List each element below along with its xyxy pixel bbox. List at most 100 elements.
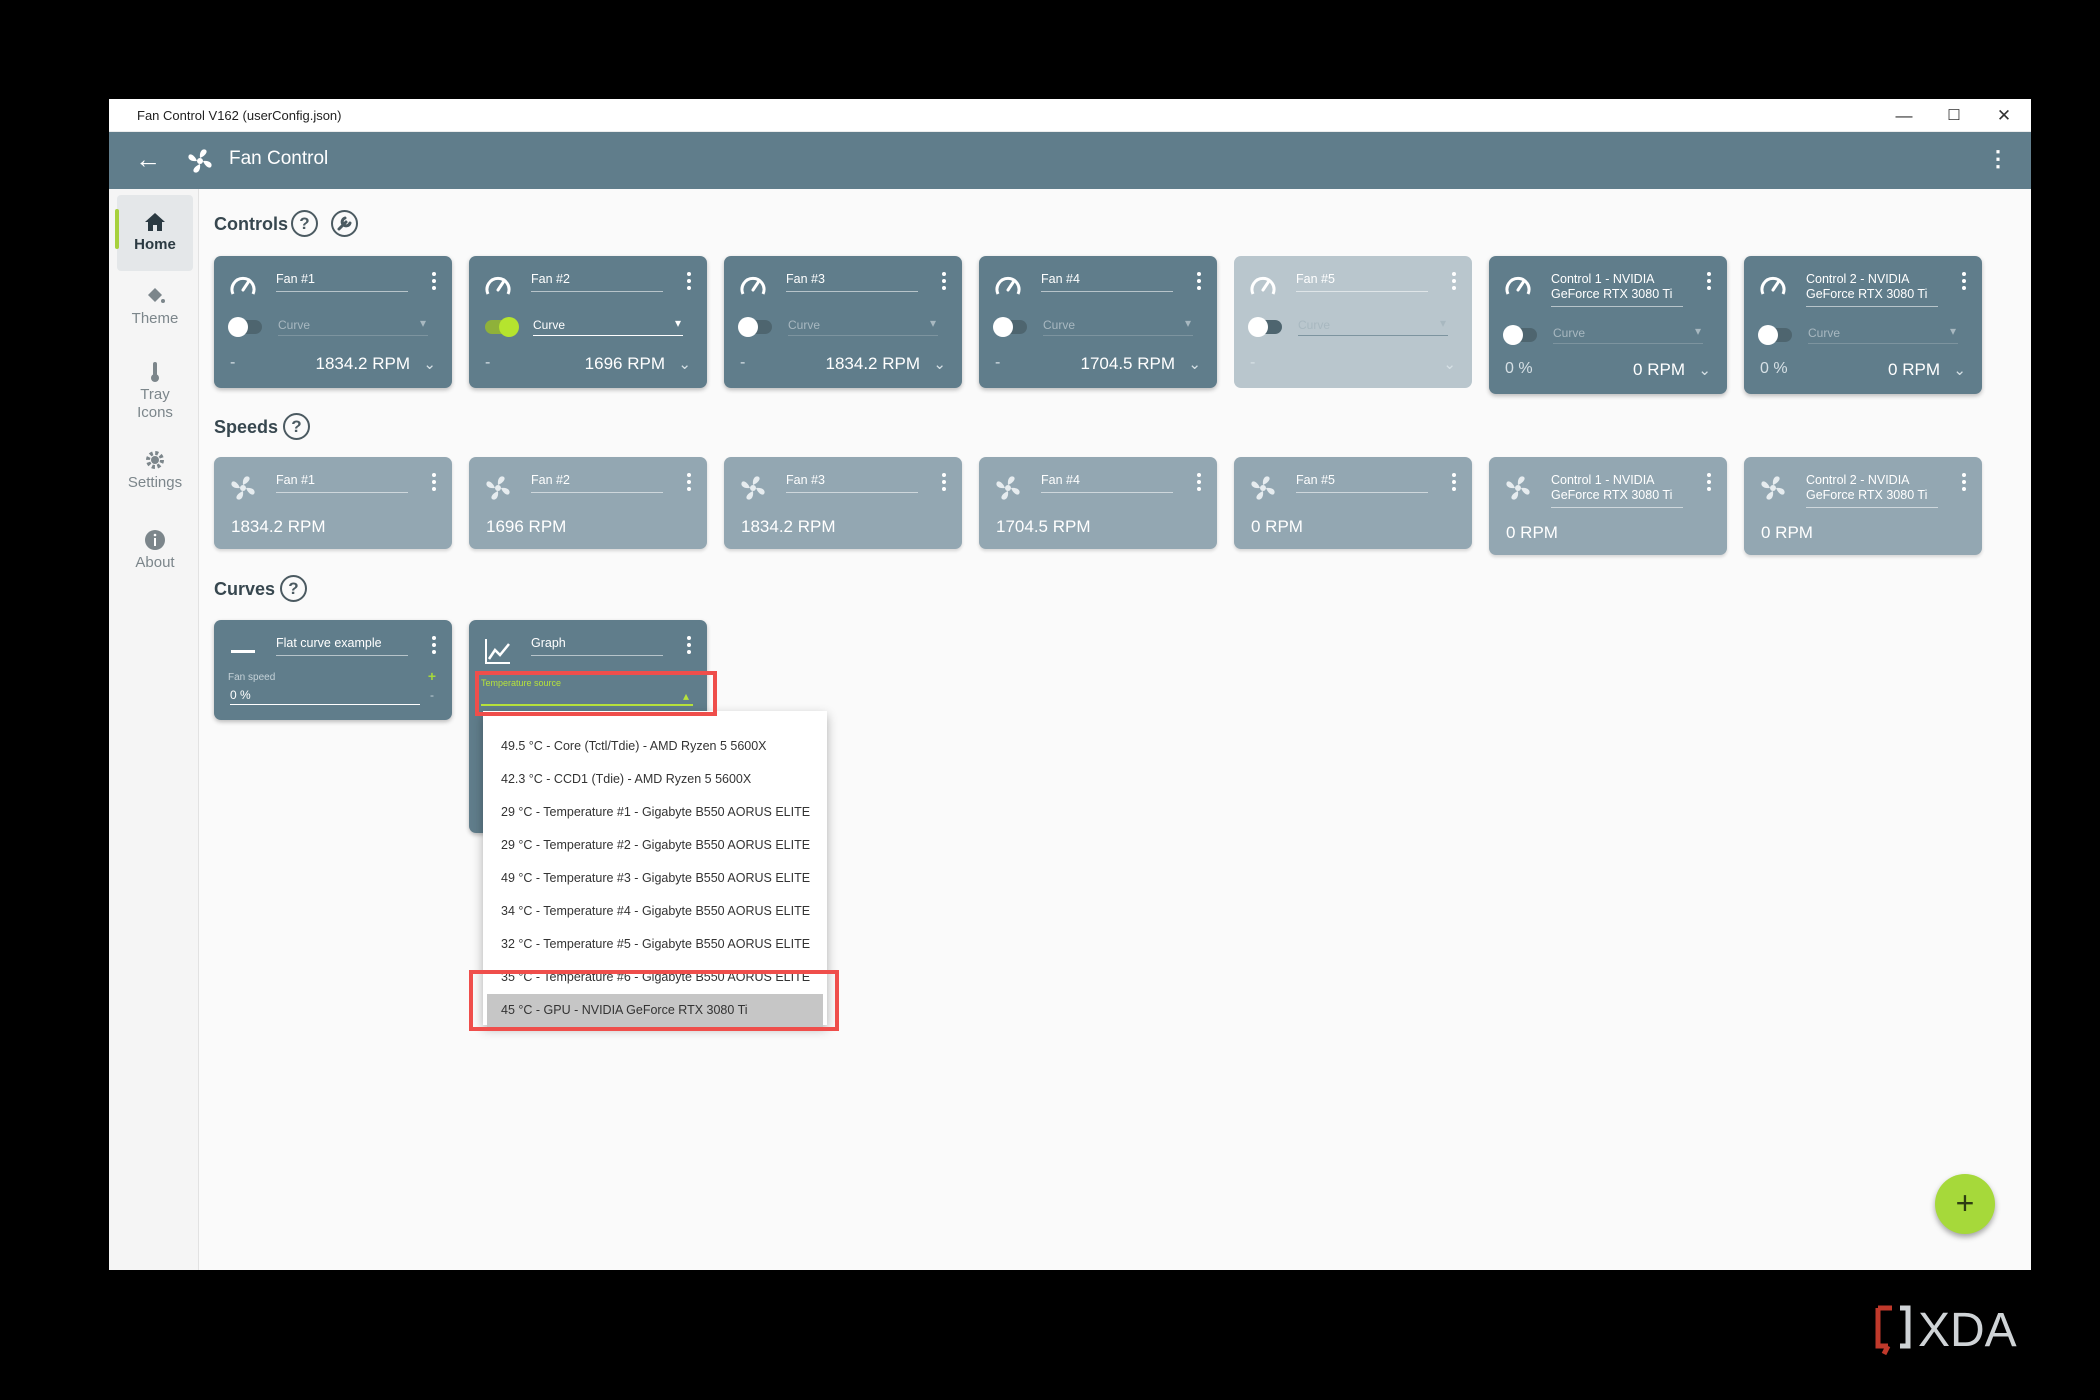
app-menu-icon[interactable]: ⋮	[1987, 146, 2009, 172]
card-menu-icon[interactable]	[432, 272, 438, 293]
control-enable-toggle[interactable]	[1248, 317, 1282, 337]
wrench-icon[interactable]	[331, 210, 358, 237]
temperature-option[interactable]: 34 °C - Temperature #4 - Gigabyte B550 A…	[483, 895, 827, 928]
control-card[interactable]: Fan #3 Curve - 1834.2 RPM ⌄	[724, 256, 962, 388]
control-mode-select[interactable]: Curve	[1043, 316, 1193, 336]
control-card[interactable]: Fan #5 Curve - ⌄	[1234, 256, 1472, 388]
card-menu-icon[interactable]	[942, 473, 948, 494]
control-mode-select[interactable]: Curve	[278, 316, 428, 336]
control-mode-select[interactable]: Curve	[1808, 324, 1958, 344]
temperature-option[interactable]: 49 °C - Temperature #3 - Gigabyte B550 A…	[483, 862, 827, 895]
card-menu-icon[interactable]	[432, 473, 438, 494]
thermometer-icon	[151, 362, 159, 382]
fan-speed-input[interactable]: 0 %	[230, 688, 420, 705]
speed-sensor-name: Fan #5	[1296, 473, 1428, 493]
temperature-option[interactable]: 42.3 °C - CCD1 (Tdie) - AMD Ryzen 5 5600…	[483, 763, 827, 796]
control-enable-toggle[interactable]	[1758, 325, 1792, 345]
chevron-down-icon[interactable]: ⌄	[678, 355, 691, 373]
gauge-icon	[1250, 276, 1276, 295]
control-mode-select[interactable]: Curve	[1298, 316, 1448, 336]
card-menu-icon[interactable]	[1452, 473, 1458, 494]
app-header: ← Fan Control ⋮	[109, 132, 2031, 189]
control-rpm: 1834.2 RPM	[315, 354, 411, 373]
nav-theme[interactable]: Theme	[117, 285, 193, 345]
curve-menu-icon[interactable]	[432, 636, 438, 657]
speeds-help-icon[interactable]: ?	[283, 413, 310, 440]
speed-sensor-name: Fan #3	[786, 473, 918, 493]
add-button[interactable]: +	[1935, 1174, 1995, 1234]
card-menu-icon[interactable]	[1707, 272, 1713, 293]
back-arrow-icon[interactable]: ←	[135, 144, 161, 174]
speeds-heading: Speeds	[214, 417, 279, 437]
speed-value: 0 RPM	[1251, 517, 1303, 536]
control-card[interactable]: Fan #1 Curve - 1834.2 RPM ⌄	[214, 256, 452, 388]
speed-card[interactable]: Fan #3 1834.2 RPM	[724, 457, 962, 549]
control-card[interactable]: Fan #4 Curve - 1704.5 RPM ⌄	[979, 256, 1217, 388]
nav-home[interactable]: Home	[115, 195, 193, 271]
chevron-down-icon[interactable]: ⌄	[933, 355, 946, 373]
xda-logo: XDA	[1875, 1304, 2017, 1356]
chevron-down-icon[interactable]: ⌄	[1443, 355, 1456, 373]
app-title: Fan Control	[229, 148, 329, 169]
control-enable-toggle[interactable]	[228, 317, 262, 337]
card-menu-icon[interactable]	[1707, 473, 1713, 494]
card-menu-icon[interactable]	[942, 272, 948, 293]
curve-menu-icon[interactable]	[687, 636, 693, 657]
card-menu-icon[interactable]	[1452, 272, 1458, 293]
speed-card[interactable]: Fan #4 1704.5 RPM	[979, 457, 1217, 549]
control-mode-select[interactable]: Curve	[533, 316, 683, 336]
speed-card[interactable]: Fan #5 0 RPM	[1234, 457, 1472, 549]
chevron-down-icon[interactable]: ⌄	[423, 355, 436, 373]
chevron-down-icon[interactable]: ⌄	[1698, 361, 1711, 379]
curve-name: Graph	[531, 636, 663, 656]
temperature-option[interactable]: 49.5 °C - Core (Tctl/Tdie) - AMD Ryzen 5…	[483, 730, 827, 763]
gear-icon	[146, 451, 164, 469]
card-menu-icon[interactable]	[1962, 473, 1968, 494]
temperature-option[interactable]: 29 °C - Temperature #2 - Gigabyte B550 A…	[483, 829, 827, 862]
temperature-option[interactable]: 32 °C - Temperature #5 - Gigabyte B550 A…	[483, 928, 827, 961]
speed-value: 1696 RPM	[486, 517, 567, 536]
control-enable-toggle[interactable]	[485, 317, 519, 337]
nav-about-label: About	[135, 554, 175, 571]
speed-card[interactable]: Fan #1 1834.2 RPM	[214, 457, 452, 549]
home-icon	[145, 213, 165, 231]
nav-tray-icons[interactable]: Tray Icons	[117, 361, 193, 431]
maximize-button[interactable]: ☐	[1929, 99, 1979, 132]
nav-about[interactable]: About	[117, 529, 193, 589]
card-menu-icon[interactable]	[1962, 272, 1968, 293]
control-rpm: 1704.5 RPM	[1080, 354, 1176, 373]
speed-card[interactable]: Control 2 - NVIDIA GeForce RTX 3080 Ti 0 …	[1744, 457, 1982, 555]
control-enable-toggle[interactable]	[1503, 325, 1537, 345]
gauge-icon	[740, 276, 766, 295]
control-mode-select[interactable]: Curve	[1553, 324, 1703, 344]
window-titlebar: Fan Control V162 (userConfig.json) — ☐ ✕	[109, 99, 2031, 132]
controls-help-icon[interactable]: ?	[291, 210, 318, 237]
control-card[interactable]: Control 2 - NVIDIA GeForce RTX 3080 Ti Cu…	[1744, 256, 1982, 394]
graph-icon	[485, 639, 510, 664]
chevron-down-icon[interactable]: ⌄	[1953, 361, 1966, 379]
temperature-option[interactable]: 29 °C - Temperature #1 - Gigabyte B550 A…	[483, 796, 827, 829]
fan-speed-label: Fan speed	[228, 672, 276, 683]
control-mode-select[interactable]: Curve	[788, 316, 938, 336]
decrease-button[interactable]: -	[430, 688, 434, 702]
curve-card-flat[interactable]: Flat curve example Fan speed + 0 % -	[214, 620, 452, 720]
nav-settings[interactable]: Settings	[117, 449, 193, 509]
increase-button[interactable]: +	[428, 668, 436, 684]
card-menu-icon[interactable]	[1197, 272, 1203, 293]
speed-card[interactable]: Control 1 - NVIDIA GeForce RTX 3080 Ti 0 …	[1489, 457, 1727, 555]
chevron-down-icon[interactable]: ⌄	[1188, 355, 1201, 373]
card-menu-icon[interactable]	[687, 473, 693, 494]
card-menu-icon[interactable]	[1197, 473, 1203, 494]
control-enable-toggle[interactable]	[993, 317, 1027, 337]
control-card[interactable]: Fan #2 Curve - 1696 RPM ⌄	[469, 256, 707, 388]
control-card[interactable]: Control 1 - NVIDIA GeForce RTX 3080 Ti Cu…	[1489, 256, 1727, 394]
curves-help-icon[interactable]: ?	[280, 575, 307, 602]
close-button[interactable]: ✕	[1979, 99, 2029, 132]
fan-icon	[1251, 476, 1275, 500]
minimize-button[interactable]: —	[1879, 99, 1929, 132]
control-enable-toggle[interactable]	[738, 317, 772, 337]
speed-card[interactable]: Fan #2 1696 RPM	[469, 457, 707, 549]
control-rpm: 1834.2 RPM	[825, 354, 921, 373]
card-menu-icon[interactable]	[687, 272, 693, 293]
control-name: Fan #5	[1296, 272, 1428, 292]
